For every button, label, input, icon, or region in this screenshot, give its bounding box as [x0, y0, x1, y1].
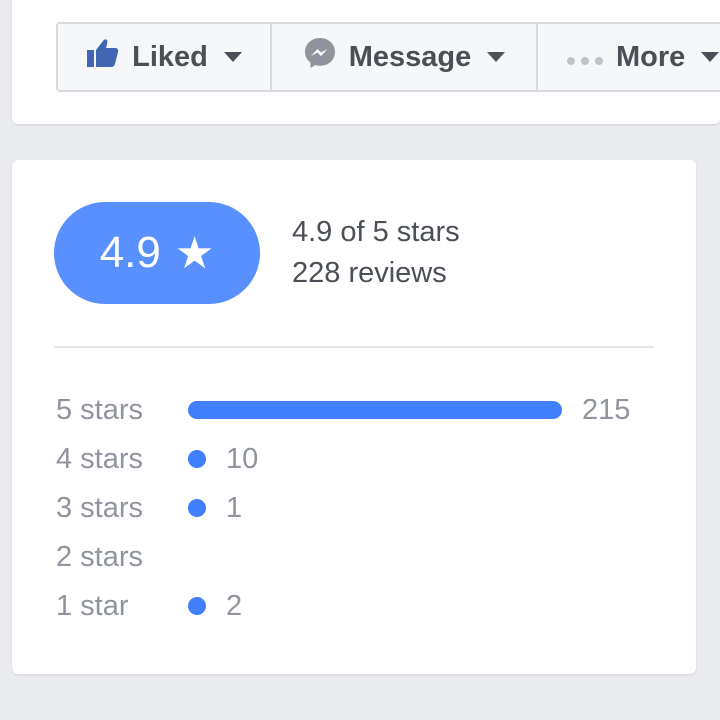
- rating-row-label: 3 stars: [56, 491, 144, 524]
- chevron-down-icon: [223, 52, 242, 62]
- rating-count: 10: [226, 442, 259, 475]
- liked-label: Liked: [132, 40, 208, 73]
- rating-bar: [188, 450, 206, 468]
- rating-score: 4.9: [99, 228, 161, 277]
- rating-bar: [188, 597, 206, 615]
- rating-summary-reviews: 228 reviews: [292, 257, 447, 289]
- rating-badge: 4.9 ★: [54, 202, 260, 304]
- rating-row-4[interactable]: 4 stars 10: [56, 439, 258, 479]
- rating-bar: [188, 499, 206, 517]
- star-icon: ★: [174, 228, 215, 278]
- rating-row-1[interactable]: 1 star 2: [56, 586, 242, 626]
- page-actions-card: Liked Message More: [12, 0, 720, 124]
- chevron-down-icon: [487, 52, 506, 62]
- ellipsis-icon: [566, 41, 604, 74]
- rating-count: 215: [582, 393, 631, 426]
- rating-row-label: 2 stars: [56, 540, 144, 573]
- more-button[interactable]: More: [538, 24, 720, 90]
- divider: [54, 346, 654, 348]
- rating-count: 1: [226, 491, 243, 524]
- rating-count: 2: [226, 589, 243, 622]
- message-button[interactable]: Message: [272, 24, 538, 90]
- rating-row-label: 1 star: [56, 589, 129, 622]
- liked-button[interactable]: Liked: [58, 24, 272, 90]
- rating-summary: 4.9 of 5 stars 228 reviews: [292, 212, 460, 294]
- chevron-down-icon: [701, 52, 720, 62]
- rating-row-5[interactable]: 5 stars 215: [56, 390, 630, 430]
- thumbs-up-icon: [86, 38, 120, 76]
- rating-bar: [188, 401, 562, 419]
- more-label: More: [616, 40, 686, 73]
- message-label: Message: [348, 40, 472, 73]
- rating-row-label: 5 stars: [56, 393, 144, 426]
- rating-summary-stars: 4.9 of 5 stars: [292, 216, 460, 248]
- action-bar: Liked Message More: [56, 22, 720, 92]
- rating-row-2[interactable]: 2 stars: [56, 537, 208, 577]
- rating-row-label: 4 stars: [56, 442, 144, 475]
- messenger-icon: [303, 36, 337, 78]
- rating-row-3[interactable]: 3 stars 1: [56, 488, 242, 528]
- ratings-card: 4.9 ★ 4.9 of 5 stars 228 reviews 5 stars…: [12, 160, 696, 674]
